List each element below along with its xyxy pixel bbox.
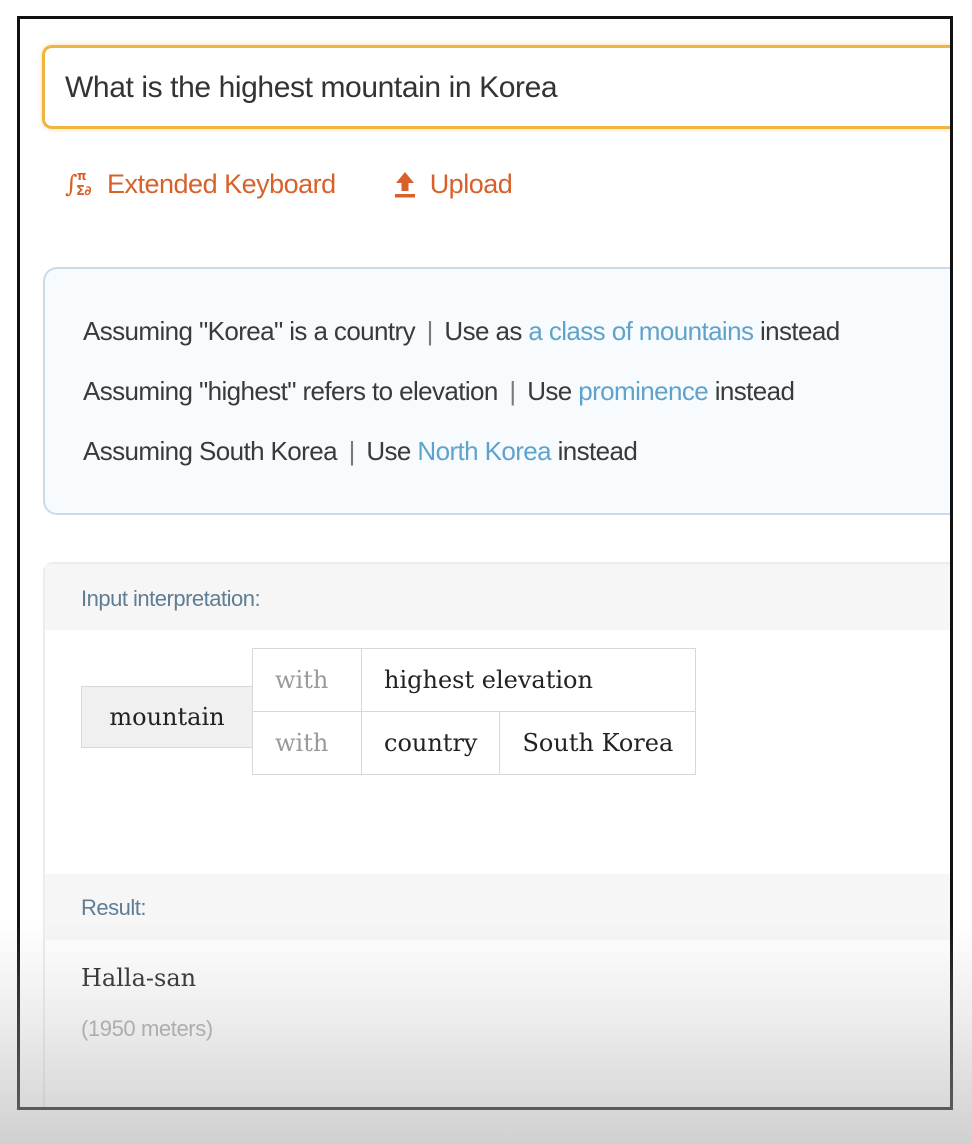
assumption-use-text: Use bbox=[366, 436, 411, 466]
assumption-use-text: Use bbox=[527, 376, 572, 406]
value-cell: South Korea bbox=[499, 711, 697, 775]
assumption-link-north-korea[interactable]: North Korea bbox=[417, 436, 551, 466]
assumption-line: Assuming South Korea | Use North Korea i… bbox=[83, 436, 638, 467]
assumptions-panel: Assuming "Korea" is a country | Use as a… bbox=[43, 267, 950, 515]
upload-icon bbox=[392, 168, 418, 200]
result-header bbox=[45, 874, 950, 940]
result-detail: (1950 meters) bbox=[81, 1016, 213, 1041]
assumption-instead-text: instead bbox=[714, 376, 795, 406]
with-cell: with bbox=[252, 711, 362, 775]
assumption-instead-text: instead bbox=[760, 316, 840, 346]
interpretation-entity: mountain bbox=[81, 686, 253, 748]
with-cell: with bbox=[252, 648, 362, 712]
extended-keyboard-label: Extended Keyboard bbox=[107, 168, 336, 199]
assumption-text: Assuming South Korea bbox=[83, 436, 338, 466]
svg-text:Σ∂: Σ∂ bbox=[76, 184, 91, 199]
input-interpretation-title: Input interpretation: bbox=[81, 586, 261, 611]
app-window: ∫ π Σ∂ Extended Keyboard Upload Assuming… bbox=[17, 16, 953, 1110]
table-row: with country South Korea bbox=[252, 711, 697, 775]
assumption-use-text: Use as bbox=[444, 316, 522, 346]
assumption-line: Assuming "Korea" is a country | Use as a… bbox=[83, 316, 840, 347]
assumption-line: Assuming "highest" refers to elevation |… bbox=[83, 376, 795, 407]
upload-label: Upload bbox=[429, 168, 513, 199]
result-title: Result: bbox=[81, 895, 146, 920]
table-row: with highest elevation bbox=[252, 648, 697, 712]
assumption-separator: | bbox=[509, 376, 516, 406]
assumption-link-prominence[interactable]: prominence bbox=[578, 376, 708, 406]
upload-button[interactable]: Upload bbox=[392, 168, 513, 200]
extended-keyboard-button[interactable]: ∫ π Σ∂ Extended Keyboard bbox=[65, 168, 336, 200]
interpretation-table: with highest elevation with country Sout… bbox=[252, 648, 697, 775]
assumption-separator: | bbox=[426, 316, 434, 346]
search-box[interactable] bbox=[42, 45, 950, 129]
assumption-text: Assuming "highest" refers to elevation bbox=[83, 376, 498, 406]
assumption-separator: | bbox=[348, 436, 356, 466]
assumption-instead-text: instead bbox=[557, 436, 638, 466]
assumption-link-class-of-mountains[interactable]: a class of mountains bbox=[528, 316, 754, 346]
math-keyboard-icon: ∫ π Σ∂ bbox=[65, 168, 99, 200]
result-value: Halla-san bbox=[81, 964, 197, 992]
input-tools: ∫ π Σ∂ Extended Keyboard Upload bbox=[65, 166, 513, 202]
property-cell: country bbox=[360, 711, 501, 775]
property-cell: highest elevation bbox=[360, 648, 697, 712]
search-input[interactable] bbox=[65, 70, 925, 106]
svg-text:π: π bbox=[77, 169, 86, 183]
assumption-text: Assuming "Korea" is a country bbox=[83, 316, 416, 346]
results-pod: Input interpretation: mountain with high… bbox=[43, 562, 950, 1107]
